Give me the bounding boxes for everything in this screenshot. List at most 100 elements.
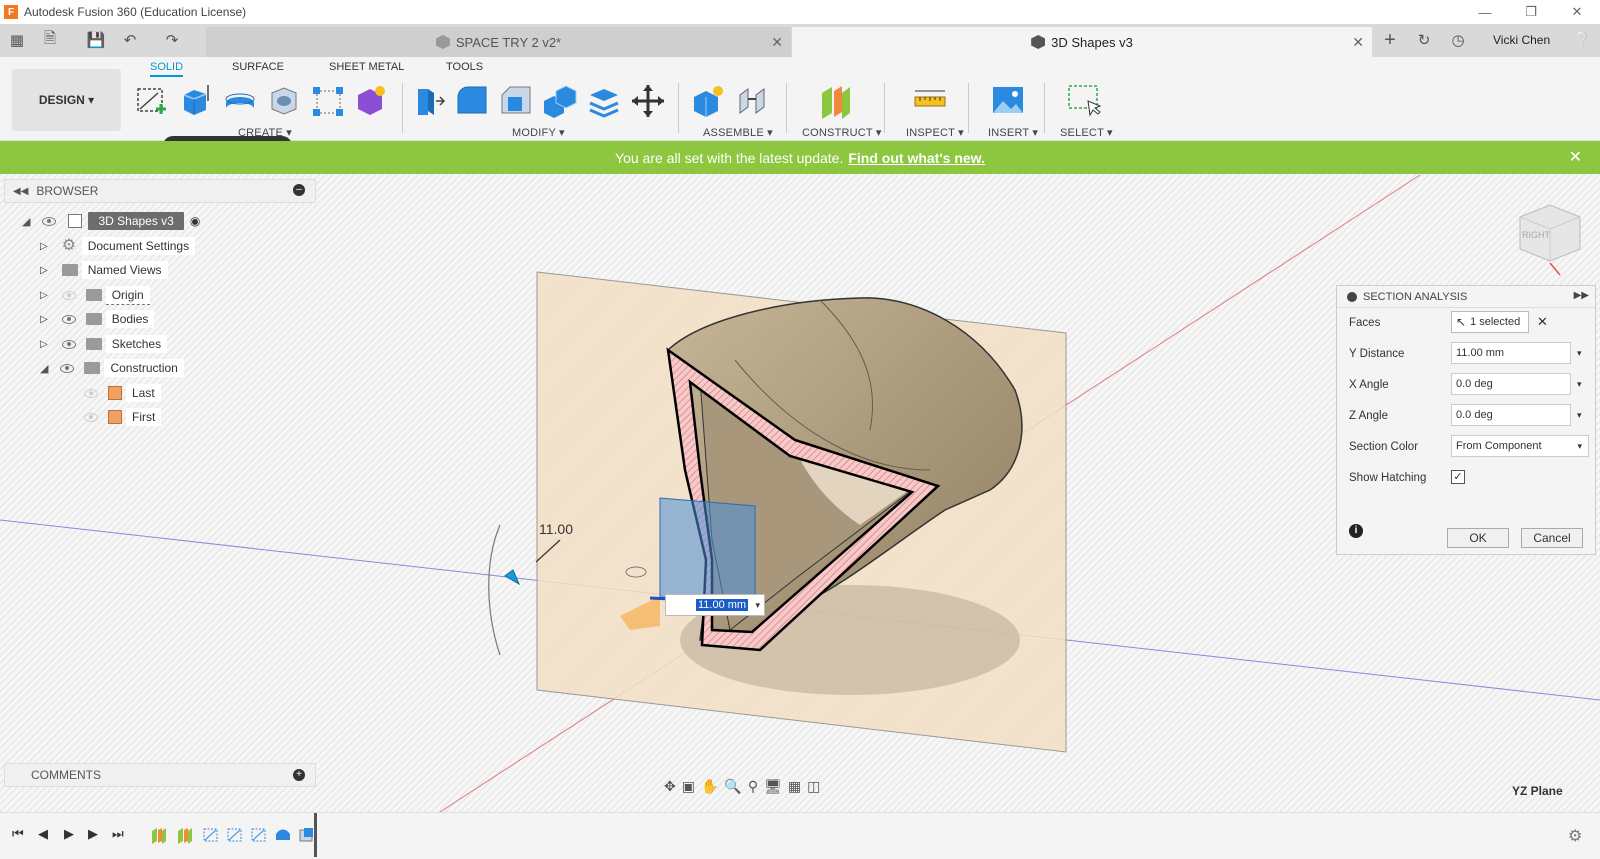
chevron-down-icon[interactable]: ▾ (755, 600, 760, 611)
step-forward-icon[interactable]: ▶ (88, 826, 98, 842)
tree-item-construction[interactable]: ◢ Construction (40, 358, 184, 378)
move-copy-icon[interactable] (630, 83, 666, 119)
cancel-button[interactable]: Cancel (1521, 528, 1583, 548)
root-component-label[interactable]: 3D Shapes v3 (88, 212, 184, 230)
select-menu[interactable]: SELECT ▾ (1060, 126, 1113, 139)
tab-surface[interactable]: SURFACE (232, 61, 284, 73)
fit-icon[interactable]: ⚲ (748, 778, 758, 795)
timeline-settings-gear-icon[interactable]: ⚙ (1568, 826, 1582, 846)
play-icon[interactable]: ▶ (64, 826, 74, 842)
go-to-end-icon[interactable]: ⏭ (112, 826, 124, 842)
activate-radio-icon[interactable]: ◉ (190, 214, 200, 228)
redo-icon[interactable]: ↷ (162, 30, 182, 50)
visibility-eye-icon[interactable] (60, 363, 75, 373)
inspect-menu[interactable]: INSPECT ▾ (906, 126, 964, 139)
timeline-marker[interactable] (314, 813, 317, 857)
faces-selection-field[interactable]: ↖ 1 selected (1451, 311, 1529, 333)
grid-settings-icon[interactable]: ▦ (788, 778, 801, 795)
tab-tools[interactable]: TOOLS (446, 61, 483, 73)
modify-menu[interactable]: MODIFY ▾ (512, 126, 565, 139)
zoom-icon[interactable]: 🔍 (724, 778, 741, 795)
tab-3d-shapes[interactable]: 3D Shapes v3 ✕ (792, 27, 1372, 57)
insert-image-icon[interactable] (990, 83, 1026, 119)
close-tab-icon[interactable]: ✕ (771, 34, 783, 51)
timeline-loft-feature-icon[interactable] (274, 826, 292, 844)
visibility-eye-icon[interactable] (61, 290, 76, 300)
browser-header[interactable]: ◀◀ BROWSER – (4, 179, 316, 203)
close-tab-icon[interactable]: ✕ (1352, 34, 1364, 51)
expand-triangle-icon[interactable]: ▷ (40, 265, 48, 276)
info-icon[interactable]: i (1349, 524, 1363, 538)
go-to-start-icon[interactable]: ⏮ (12, 826, 24, 842)
expand-triangle-icon[interactable]: ▷ (40, 290, 48, 301)
chamfer-icon[interactable] (498, 83, 534, 119)
timeline-sketch-feature-icon[interactable] (202, 826, 220, 844)
close-banner-icon[interactable]: ✕ (1569, 147, 1582, 167)
select-window-icon[interactable] (1066, 83, 1102, 119)
distance-input-box[interactable]: 11.00 mm ▾ (665, 594, 765, 616)
create-form-icon[interactable] (352, 83, 388, 119)
minimize-button[interactable]: — (1462, 0, 1508, 24)
expand-triangle-icon[interactable]: ▷ (40, 314, 48, 325)
assemble-menu[interactable]: ASSEMBLE ▾ (703, 126, 773, 139)
visibility-eye-icon[interactable] (42, 216, 57, 226)
ok-button[interactable]: OK (1447, 528, 1509, 548)
x-angle-field[interactable]: 0.0 deg (1451, 373, 1571, 395)
minimize-panel-icon[interactable]: – (293, 184, 305, 196)
section-color-select[interactable]: From Component ▾ (1451, 435, 1589, 457)
collapse-panel-icon[interactable]: ◀◀ (13, 186, 28, 197)
show-hatching-checkbox[interactable]: ✓ (1451, 470, 1465, 484)
new-component-icon[interactable] (690, 83, 726, 119)
tree-item-plane-first[interactable]: First (84, 407, 162, 427)
job-status-icon[interactable]: ↻ (1414, 30, 1434, 50)
restore-button[interactable]: ❐ (1508, 0, 1554, 24)
chevron-down-icon[interactable]: ▾ (1577, 410, 1582, 421)
help-icon[interactable]: ❔ (1572, 30, 1592, 50)
offset-plane-icon[interactable] (818, 83, 854, 119)
data-panel-grid-icon[interactable]: ▦ (7, 30, 27, 50)
tab-solid[interactable]: SOLID (150, 61, 184, 77)
clear-selection-icon[interactable]: ✕ (1537, 314, 1548, 330)
user-account[interactable]: Vicki Chen (1493, 33, 1550, 47)
expand-triangle-icon[interactable]: ▷ (40, 241, 48, 252)
timeline-plane-feature-icon[interactable] (150, 826, 168, 844)
measure-icon[interactable] (912, 83, 948, 119)
construct-menu[interactable]: CONSTRUCT ▾ (802, 126, 882, 139)
tree-item-origin[interactable]: ▷ Origin (40, 285, 150, 305)
pattern-icon[interactable] (310, 83, 346, 119)
visibility-eye-icon[interactable] (84, 412, 98, 422)
collapse-triangle-icon[interactable]: ◢ (40, 362, 48, 375)
visibility-eye-icon[interactable] (61, 339, 76, 349)
chevron-down-icon[interactable]: ▾ (1577, 348, 1582, 359)
tab-sheet-metal[interactable]: SHEET METAL (329, 61, 404, 73)
save-icon[interactable]: 💾 (86, 30, 106, 50)
viewcube-face-label[interactable]: RIGHT (1522, 230, 1550, 240)
revolve-icon[interactable] (222, 83, 258, 119)
file-menu-icon[interactable]: 🗎 (40, 30, 60, 50)
chevron-down-icon[interactable]: ▾ (1577, 379, 1582, 390)
tree-item-document-settings[interactable]: ▷ ⚙ Document Settings (40, 236, 196, 256)
step-back-icon[interactable]: ◀ (38, 826, 48, 842)
offset-face-icon[interactable] (586, 83, 622, 119)
distance-input-value[interactable]: 11.00 mm (696, 599, 749, 611)
display-settings-icon[interactable]: 🖥 (764, 778, 782, 795)
fillet-icon[interactable] (454, 83, 490, 119)
notifications-icon[interactable]: ◷ (1448, 30, 1468, 50)
create-sketch-icon[interactable] (134, 83, 170, 119)
tree-item-named-views[interactable]: ▷ Named Views (40, 260, 168, 280)
viewports-icon[interactable]: ◫ (807, 778, 820, 795)
press-pull-icon[interactable] (410, 83, 446, 119)
z-angle-field[interactable]: 0.0 deg (1451, 404, 1571, 426)
orbit-icon[interactable]: ✥ (664, 778, 676, 795)
joint-icon[interactable] (734, 83, 770, 119)
comments-panel[interactable]: COMMENTS + (4, 763, 316, 787)
tree-item-sketches[interactable]: ▷ Sketches (40, 334, 168, 354)
timeline-sketch-feature-icon[interactable] (226, 826, 244, 844)
look-at-icon[interactable]: ▣ (682, 778, 695, 795)
combine-icon[interactable] (542, 83, 578, 119)
timeline-sketch-feature-icon[interactable] (250, 826, 268, 844)
new-tab-icon[interactable]: + (1380, 29, 1400, 51)
visibility-eye-icon[interactable] (61, 314, 76, 324)
close-window-button[interactable]: ✕ (1554, 0, 1600, 24)
add-comment-icon[interactable]: + (293, 769, 305, 781)
